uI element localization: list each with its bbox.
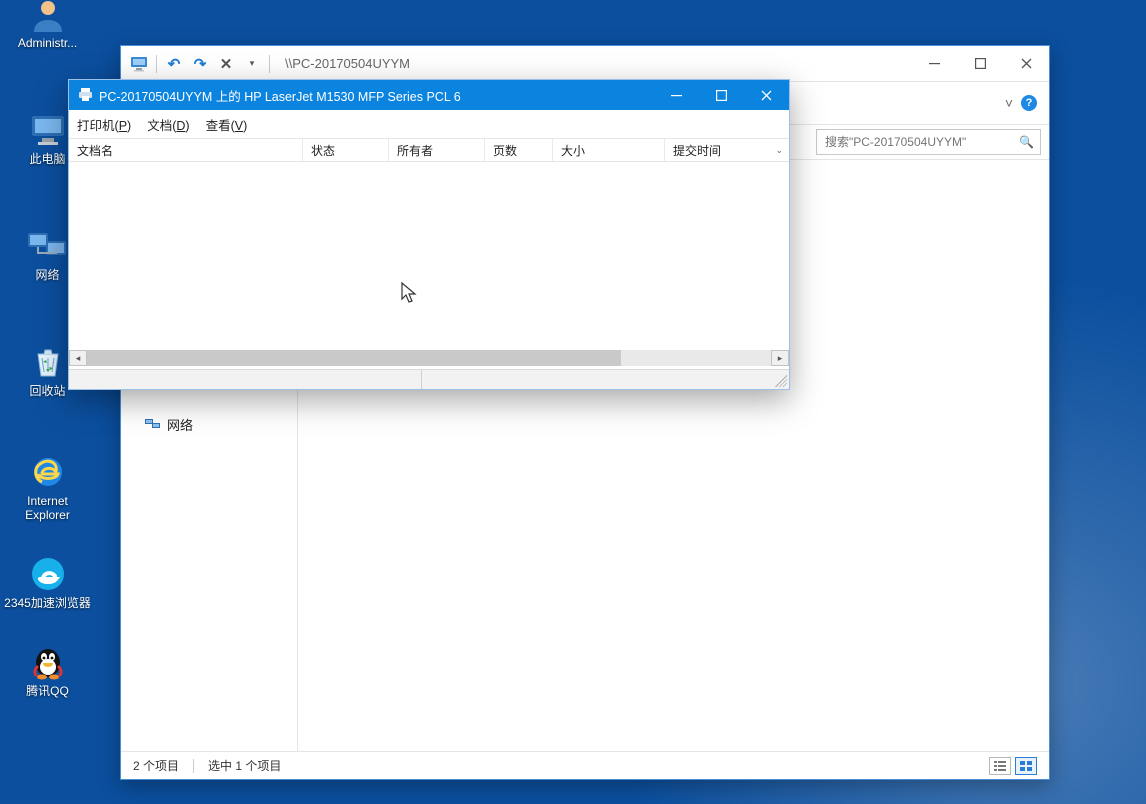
undo-icon[interactable]: ↶ [162,52,186,76]
minimize-button[interactable] [654,80,699,110]
desktop-icon-label: 腾讯QQ [0,684,95,698]
separator [269,55,270,73]
printer-titlebar[interactable]: PC-20170504UYYM 上的 HP LaserJet M1530 MFP… [69,80,789,110]
2345-browser-icon [24,554,72,594]
nav-item-label: 网络 [167,415,193,434]
explorer-window-controls [911,49,1049,79]
desktop-icon-qq[interactable]: 腾讯QQ [0,638,95,698]
menu-document[interactable]: 文档(D) [147,115,189,134]
col-owner[interactable]: 所有者 [389,139,485,161]
col-pages[interactable]: 页数 [485,139,553,161]
scroll-track[interactable] [87,350,771,366]
resize-grip-icon[interactable] [775,375,787,387]
recycle-bin-icon [24,342,72,382]
desktop-icon-label: Internet Explorer [0,494,95,522]
status-item-count: 2 个项目 [133,757,179,774]
monitor-icon[interactable] [127,52,151,76]
desktop-icon-2345[interactable]: 2345加速浏览器 [0,550,95,610]
nav-item-network[interactable]: 网络 [121,412,297,436]
search-box[interactable]: 🔍 [816,129,1041,155]
view-details-button[interactable] [989,757,1011,775]
this-pc-icon [24,110,72,150]
close-button[interactable] [744,80,789,110]
explorer-title-path: \\PC-20170504UYYM [279,56,911,71]
maximize-button[interactable] [699,80,744,110]
qq-icon [24,642,72,682]
search-input[interactable] [823,134,1019,150]
delete-icon[interactable]: ✕ [214,52,238,76]
printer-menu-bar: 打印机(P) 文档(D) 查看(V) [69,110,789,138]
col-status[interactable]: 状态 [303,139,389,161]
quick-access-toolbar: ↶ ↷ ✕ ▾ [121,52,279,76]
status-separator [421,370,422,389]
sort-caret-icon: ⌄ [775,145,783,156]
desktop-icon-administrator[interactable]: Administr... [0,0,95,50]
menu-printer[interactable]: 打印机(P) [77,115,131,134]
printer-status-bar [69,369,789,389]
printer-queue-window: PC-20170504UYYM 上的 HP LaserJet M1530 MFP… [68,79,790,390]
print-job-list[interactable] [69,162,789,347]
desktop-icon-ie[interactable]: Internet Explorer [0,448,95,522]
ie-icon [24,452,72,492]
horizontal-scrollbar[interactable]: ◂ ▸ [69,349,789,367]
separator [193,759,194,773]
help-icon[interactable]: ? [1021,95,1037,111]
chevron-down-icon[interactable]: ˅ [1005,95,1013,111]
desktop-icon-label: Administr... [0,36,95,50]
col-size[interactable]: 大小 [553,139,665,161]
scroll-left-button[interactable]: ◂ [69,350,87,366]
network-folder-icon [145,416,161,432]
separator [156,55,157,73]
column-headers: 文档名 状态 所有者 页数 大小 提交时间 ⌄ [69,138,789,162]
close-button[interactable] [1003,49,1049,79]
minimize-button[interactable] [911,49,957,79]
menu-view[interactable]: 查看(V) [206,115,248,134]
view-icons-button[interactable] [1015,757,1037,775]
scroll-thumb[interactable] [87,350,621,366]
redo-icon[interactable]: ↷ [188,52,212,76]
administrator-icon [24,0,72,34]
col-document-name[interactable]: 文档名 [69,139,303,161]
status-selected: 选中 1 个项目 [208,757,281,774]
col-submitted[interactable]: 提交时间 ⌄ [665,139,789,161]
printer-window-controls [654,80,789,110]
scroll-right-button[interactable]: ▸ [771,350,789,366]
maximize-button[interactable] [957,49,1003,79]
desktop-icon-label: 2345加速浏览器 [0,596,95,610]
view-toggles [989,757,1037,775]
printer-window-title: PC-20170504UYYM 上的 HP LaserJet M1530 MFP… [99,86,654,105]
cursor-icon [401,282,417,304]
qat-dropdown-icon[interactable]: ▾ [240,52,264,76]
explorer-status-bar: 2 个项目 选中 1 个项目 [121,751,1049,779]
printer-icon [77,87,93,103]
search-icon[interactable]: 🔍 [1019,135,1034,149]
network-icon [24,226,72,266]
explorer-titlebar[interactable]: ↶ ↷ ✕ ▾ \\PC-20170504UYYM [121,46,1049,82]
